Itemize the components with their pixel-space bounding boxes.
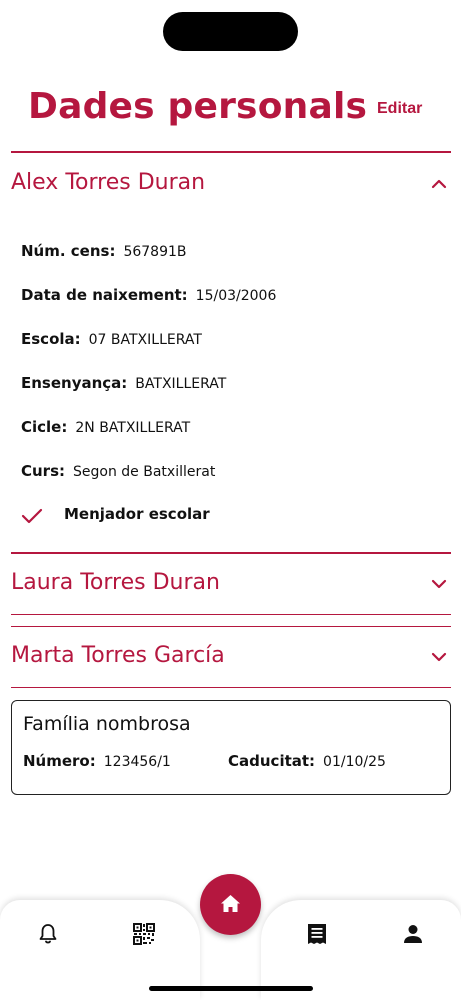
card-field-expiry: Caducitat: 01/10/25 xyxy=(228,752,386,770)
chevron-down-icon xyxy=(431,579,447,589)
field-label: Curs: xyxy=(21,462,66,480)
field-value: 123456/1 xyxy=(103,754,171,770)
edit-button[interactable]: Editar xyxy=(377,100,422,118)
home-button[interactable] xyxy=(200,874,261,935)
field-label: Núm. cens: xyxy=(21,242,116,260)
home-indicator xyxy=(149,986,313,991)
field-label: Cicle: xyxy=(21,418,68,436)
divider xyxy=(11,614,451,615)
divider xyxy=(11,552,451,554)
tab-bar-right xyxy=(261,900,461,1000)
divider xyxy=(11,151,451,153)
field-label: Escola: xyxy=(21,330,81,348)
field-value: 2N BATXILLERAT xyxy=(75,420,191,436)
card-field-number: Número: 123456/1 xyxy=(23,752,171,770)
chevron-down-icon xyxy=(431,652,447,662)
person-header-marta[interactable]: Marta Torres García xyxy=(11,637,451,677)
divider xyxy=(11,687,451,688)
check-icon xyxy=(21,508,43,524)
person-header-laura[interactable]: Laura Torres Duran xyxy=(11,564,451,604)
home-icon xyxy=(221,895,240,912)
person-name: Alex Torres Duran xyxy=(11,170,206,195)
field-cycle: Cicle: 2N BATXILLERAT xyxy=(21,418,190,437)
field-value: BATXILLERAT xyxy=(135,376,227,392)
large-family-card: Família nombrosa Número: 123456/1 Caducit… xyxy=(11,700,451,795)
person-name: Marta Torres García xyxy=(11,643,225,668)
field-label: Ensenyança: xyxy=(21,374,128,392)
receipt-icon[interactable] xyxy=(305,922,329,946)
card-title: Família nombrosa xyxy=(23,713,191,735)
bell-icon[interactable] xyxy=(36,922,60,946)
page-title: Dades personals xyxy=(28,86,368,127)
person-icon[interactable] xyxy=(401,922,425,946)
person-name: Laura Torres Duran xyxy=(11,570,220,595)
dynamic-island xyxy=(163,12,298,51)
field-value: 01/10/25 xyxy=(323,754,386,770)
field-education: Ensenyança: BATXILLERAT xyxy=(21,374,226,393)
divider xyxy=(11,626,451,627)
field-course: Curs: Segon de Batxillerat xyxy=(21,462,215,481)
tab-bar-left xyxy=(0,900,200,1000)
field-label: Data de naixement: xyxy=(21,286,188,304)
chevron-up-icon xyxy=(431,179,447,189)
person-header-alex[interactable]: Alex Torres Duran xyxy=(11,164,451,204)
field-value: Segon de Batxillerat xyxy=(73,464,216,480)
field-value: 07 BATXILLERAT xyxy=(88,332,202,348)
field-label: Número: xyxy=(23,752,96,770)
field-school: Escola: 07 BATXILLERAT xyxy=(21,330,202,349)
field-value: 15/03/2006 xyxy=(195,288,277,304)
school-meal-label: Menjador escolar xyxy=(64,505,210,523)
field-value: 567891B xyxy=(123,244,187,260)
field-cens: Núm. cens: 567891B xyxy=(21,242,187,261)
qr-code-icon[interactable] xyxy=(132,922,156,946)
field-birthdate: Data de naixement: 15/03/2006 xyxy=(21,286,276,305)
field-label: Caducitat: xyxy=(228,752,316,770)
